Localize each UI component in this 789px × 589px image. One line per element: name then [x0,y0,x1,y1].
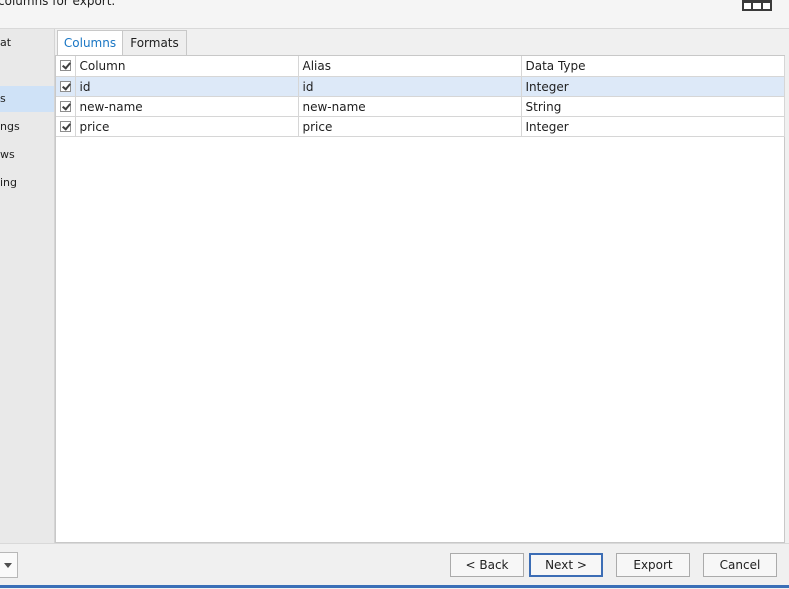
table-row[interactable]: id id Integer [56,76,785,97]
cell-alias[interactable]: price [298,116,522,137]
sidebar-item-2[interactable]: ngs [0,114,54,140]
sidebar-item-0[interactable]: at [0,30,54,56]
sidebar-item-label: ing [0,176,18,189]
tab-formats[interactable]: Formats [122,30,187,55]
tab-strip: Columns Formats [55,29,789,56]
column-header-data-type[interactable]: Data Type [521,56,785,77]
cell-alias[interactable]: id [298,76,522,97]
cell-column[interactable]: id [75,76,299,97]
check-icon [59,120,71,132]
tab-columns[interactable]: Columns [57,30,123,56]
export-button[interactable]: Export [616,553,690,577]
back-button[interactable]: < Back [450,553,524,577]
check-icon [59,80,71,92]
wizard-footer: < Back Next > Export Cancel [0,543,789,589]
row-checkbox[interactable] [56,96,76,117]
table-row[interactable]: price price Integer [56,116,785,137]
cell-column[interactable]: price [75,116,299,137]
grid-icon [742,0,772,11]
grid-header-row: Column Alias Data Type [56,56,785,77]
sidebar-item-label: s [0,92,6,105]
column-header-alias[interactable]: Alias [298,56,522,77]
sidebar-item-3[interactable]: ws [0,142,54,168]
column-header-column[interactable]: Column [75,56,299,77]
next-button[interactable]: Next > [529,553,603,577]
row-checkbox[interactable] [56,116,76,137]
header-instruction: columns for export. [0,0,116,8]
cell-alias[interactable]: new-name [298,96,522,117]
wizard-header: columns for export. [0,0,789,29]
sidebar-item-4[interactable]: ing [0,170,54,196]
cell-column[interactable]: new-name [75,96,299,117]
cell-data-type[interactable]: Integer [521,116,785,137]
sidebar-item-label: ngs [0,120,20,133]
select-all-checkbox[interactable] [56,56,76,77]
sidebar-item-label: at [0,36,12,49]
row-checkbox[interactable] [56,76,76,97]
sidebar-item-label: ws [0,148,15,161]
sidebar: at s ngs ws ing [0,29,55,543]
columns-grid: Column Alias Data Type id id Integer new… [56,56,785,137]
table-row[interactable]: new-name new-name String [56,96,785,117]
check-icon [59,60,71,71]
sidebar-item-1[interactable]: s [0,86,54,112]
cell-data-type[interactable]: Integer [521,76,785,97]
check-icon [59,100,71,112]
cancel-button[interactable]: Cancel [703,553,777,577]
cell-data-type[interactable]: String [521,96,785,117]
columns-panel: Column Alias Data Type id id Integer new… [55,55,785,543]
chevron-down-icon[interactable] [0,552,18,578]
